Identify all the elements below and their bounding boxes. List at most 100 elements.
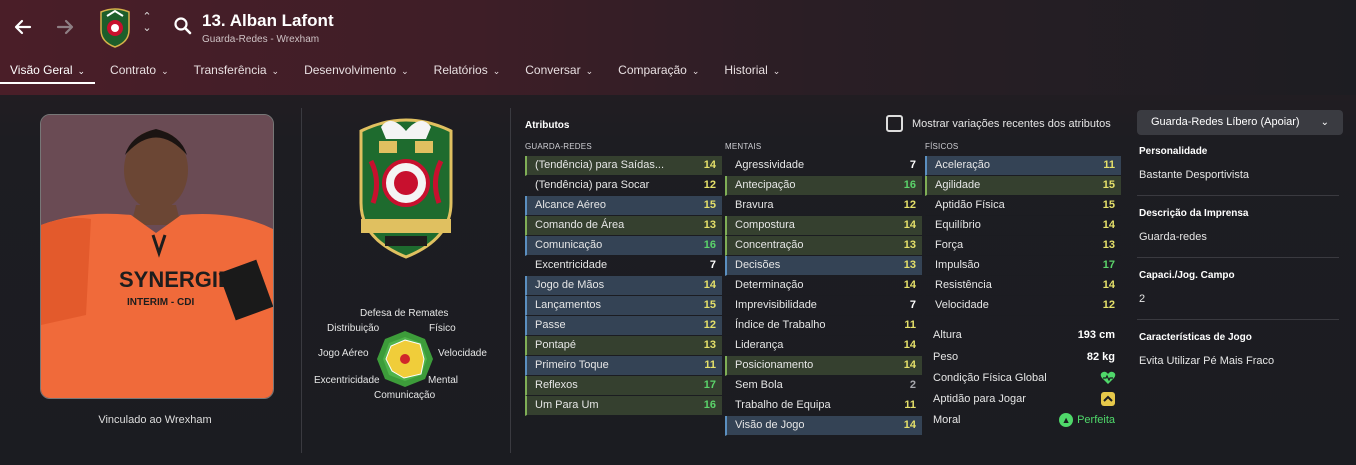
attribute-row[interactable]: Antecipação 16 [725,176,922,196]
attribute-row[interactable]: Comando de Área 13 [525,216,722,236]
attribute-name: Reflexos [535,379,578,391]
role-dropdown-value: Guarda-Redes Líbero (Apoiar) [1151,116,1300,128]
goalkeeping-list: (Tendência) para Saídas... 14 (Tendência) … [525,156,722,416]
chevron-down-icon: ⌄ [1320,117,1329,128]
morale-value[interactable]: ▲ Perfeita [1059,409,1115,431]
weight-stat: Peso 82 kg [925,346,1121,368]
attribute-row[interactable]: Um Para Um 16 [525,396,722,416]
tab-transfer[interactable]: Transferência ⌄ [184,56,289,84]
attribute-row[interactable]: Lançamentos 15 [525,296,722,316]
attribute-row[interactable]: Impulsão 17 [925,256,1121,276]
attribute-value: 14 [903,219,916,231]
attribute-row[interactable]: Resistência 14 [925,276,1121,296]
tab-overview[interactable]: Visão Geral ⌄ [0,56,96,84]
condition-stat: Condição Física Global [925,367,1121,389]
attribute-row[interactable]: Jogo de Mãos 14 [525,276,722,296]
contract-status[interactable]: Vinculado ao Wrexham [10,414,300,426]
attribute-name: (Tendência) para Saídas... [535,159,665,171]
attribute-name: Aceleração [935,159,991,171]
attribute-row[interactable]: Agressividade 7 [725,156,922,176]
attribute-row[interactable]: Excentricidade 7 [525,256,722,276]
attribute-name: Lançamentos [535,299,602,311]
attribute-row[interactable]: Reflexos 17 [525,376,722,396]
forward-button[interactable] [50,12,80,42]
attribute-row[interactable]: Aceleração 11 [925,156,1121,176]
player-profile-screen: ⌃ ⌄ 13. Alban Lafont Guarda-Redes - Wrex… [0,0,1356,465]
tab-talk[interactable]: Conversar ⌄ [515,56,603,84]
attribute-row[interactable]: Passe 12 [525,316,722,336]
attribute-row[interactable]: Alcance Aéreo 15 [525,196,722,216]
back-button[interactable] [8,12,38,42]
attribute-row[interactable]: Concentração 13 [725,236,922,256]
attribute-name: Passe [535,319,566,331]
attribute-row[interactable]: (Tendência) para Saídas... 14 [525,156,722,176]
attribute-row[interactable]: Trabalho de Equipa 11 [725,396,922,416]
attribute-value: 13 [903,259,916,271]
attribute-row[interactable]: Liderança 14 [725,336,922,356]
radar-label-top: Defesa de Remates [360,308,449,319]
player-photo-image: SYNERGIE INTERIM - CDI [41,115,273,398]
tab-development[interactable]: Desenvolvimento ⌄ [294,56,419,84]
attribute-value: 15 [1102,179,1115,191]
traits-value[interactable]: Evita Utilizar Pé Mais Fraco [1139,351,1337,371]
attribute-value: 14 [903,279,916,291]
attribute-name: Força [935,239,964,251]
attribute-row[interactable]: Força 13 [925,236,1121,256]
crest-radar-panel: Defesa de Remates Distribuição Físico Jo… [303,108,508,453]
arrow-right-icon [56,19,74,35]
attribute-row[interactable]: Imprevisibilidade 7 [725,296,922,316]
mental-header: MENTAIS [725,142,762,151]
profile-tabs: Visão Geral ⌄ Contrato ⌄ Transferência ⌄ De… [0,56,795,90]
attribute-row[interactable]: Equilíbrio 14 [925,216,1121,236]
traits-block: Características de Jogo Evita Utilizar P… [1137,326,1339,381]
club-crest[interactable] [351,111,461,261]
attribute-row[interactable]: Primeiro Toque 11 [525,356,722,376]
height-label: Altura [933,329,962,341]
attribute-row[interactable]: Agilidade 15 [925,176,1121,196]
height-stat: Altura 193 cm [925,324,1121,346]
attribute-row[interactable]: Índice de Trabalho 11 [725,316,922,336]
show-variations-label[interactable]: Mostrar variações recentes dos atributos [912,118,1111,130]
tab-comparison[interactable]: Comparação ⌄ [608,56,709,84]
mental-list: Agressividade 7 Antecipação 16 Bravura 12 Comp… [725,156,922,436]
chevron-down-icon: ⌄ [401,66,409,76]
personality-value: Bastante Desportivista [1139,169,1250,181]
attribute-row[interactable]: Decisões 13 [725,256,922,276]
attribute-row[interactable]: Determinação 14 [725,276,922,296]
attribute-value: 13 [1102,239,1115,251]
player-photo-panel: SYNERGIE INTERIM - CDI Vinculado ao Wrex… [10,108,300,453]
morale-label: Moral [933,414,961,426]
club-crest-small[interactable] [98,6,132,48]
chevron-down-icon: ⌄ [772,66,781,76]
chevron-down-icon: ⌄ [161,66,169,76]
tab-history[interactable]: Historial ⌄ [714,56,790,84]
height-value: 193 cm [1077,329,1115,341]
role-dropdown[interactable]: Guarda-Redes Líbero (Apoiar) ⌄ [1137,110,1343,135]
attribute-value: 15 [703,199,716,211]
chevron-down-icon[interactable]: ⌄ [140,23,154,34]
attribute-value: 11 [904,319,916,331]
attribute-value: 14 [903,339,916,351]
radar-chart [377,331,433,387]
attribute-row[interactable]: Visão de Jogo 14 [725,416,922,436]
morale-up-icon: ▲ [1059,413,1074,428]
attribute-name: Agilidade [935,179,981,191]
attribute-row[interactable]: Bravura 12 [725,196,922,216]
attribute-row[interactable]: Pontapé 13 [525,336,722,356]
search-icon[interactable] [172,15,194,37]
player-subtitle[interactable]: Guarda-Redes - Wrexham [202,34,319,45]
attribute-value: 11 [904,399,916,411]
chevron-down-icon: ⌄ [271,66,280,76]
player-switcher[interactable]: ⌃ ⌄ [140,12,154,38]
tab-contract[interactable]: Contrato ⌄ [100,56,179,84]
show-variations-checkbox[interactable] [886,115,903,132]
attribute-row[interactable]: Velocidade 12 [925,296,1121,316]
attribute-row[interactable]: (Tendência) para Socar 12 [525,176,722,196]
attribute-row[interactable]: Aptidão Física 15 [925,196,1121,216]
attribute-name: Velocidade [935,299,989,311]
attribute-row[interactable]: Comunicação 16 [525,236,722,256]
tab-reports[interactable]: Relatórios ⌄ [424,56,511,84]
attribute-row[interactable]: Compostura 14 [725,216,922,236]
attribute-row[interactable]: Sem Bola 2 [725,376,922,396]
attribute-row[interactable]: Posicionamento 14 [725,356,922,376]
